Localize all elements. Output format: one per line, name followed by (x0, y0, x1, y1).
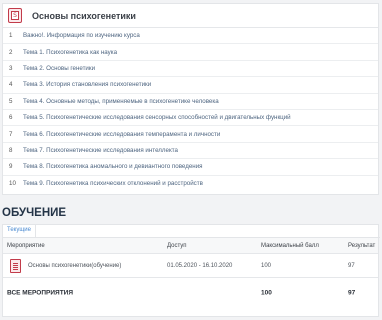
topic-item[interactable]: 2 Тема 1. Психогенетика как наука (3, 44, 378, 61)
column-header-event: Мероприятие (7, 242, 45, 249)
topic-number: 2 (9, 48, 13, 56)
topic-item[interactable]: 6 Тема 5. Психогенетические исследования … (3, 110, 378, 127)
education-section-title: ОБУЧЕНИЕ (2, 207, 67, 219)
table-row[interactable]: Основы психогенетики(обучение) 01.05.202… (3, 254, 378, 278)
total-label: ВСЕ МЕРОПРИЯТИЯ (7, 289, 74, 297)
topic-link[interactable]: Тема 5. Психогенетические исследования с… (23, 114, 291, 121)
course-title[interactable]: Основы психогенетики (32, 11, 136, 21)
events-card: Текущие Мероприятие Доступ Максимальный … (2, 224, 380, 317)
column-header-access: Доступ (167, 242, 187, 249)
topic-item[interactable]: 10 Тема 9. Психогенетика психических откл… (3, 176, 378, 192)
topic-link[interactable]: Тема 9. Психогенетика психических отклон… (23, 180, 203, 187)
topic-link[interactable]: Тема 3. История становления психогенетик… (23, 81, 151, 88)
course-card: S Основы психогенетики 1 Важно!. Информац… (2, 3, 379, 195)
topic-list: 1 Важно!. Информация по изучению курса 2 Т… (3, 28, 378, 192)
topic-number: 8 (9, 146, 13, 154)
event-max-score: 100 (261, 262, 272, 269)
topic-link[interactable]: Тема 6. Психогенетические исследования т… (23, 131, 220, 138)
tab-current[interactable]: Текущие (3, 225, 36, 237)
event-result: 97 (348, 262, 355, 269)
test-document-icon (10, 258, 21, 273)
topic-number: 10 (9, 180, 16, 188)
topic-item[interactable]: 1 Важно!. Информация по изучению курса (3, 28, 378, 45)
topic-link[interactable]: Тема 7. Психогенетические исследования и… (23, 147, 178, 154)
event-access-dates: 01.05.2020 - 16.10.2020 (167, 262, 233, 269)
topic-number: 3 (9, 64, 13, 72)
topic-item[interactable]: 7 Тема 6. Психогенетические исследования … (3, 126, 378, 143)
topic-number: 4 (9, 81, 13, 89)
event-name-link[interactable]: Основы психогенетики(обучение) (28, 263, 121, 269)
topic-number: 7 (9, 130, 13, 138)
topic-item[interactable]: 8 Тема 7. Психогенетические исследования … (3, 143, 378, 160)
topic-number: 5 (9, 97, 13, 105)
topic-number: 9 (9, 163, 13, 171)
total-max-score: 100 (261, 289, 272, 297)
course-header[interactable]: S Основы психогенетики (3, 4, 378, 28)
column-header-result: Результат (348, 242, 376, 249)
column-header-max-score: Максимальный балл (261, 242, 319, 249)
topic-item[interactable]: 3 Тема 2. Основы генетики (3, 61, 378, 78)
document-icon: S (8, 8, 22, 23)
table-total-row: ВСЕ МЕРОПРИЯТИЯ 100 97 (3, 280, 378, 306)
topic-item[interactable]: 9 Тема 8. Психогенетика аномального и дев… (3, 159, 378, 176)
topic-number: 1 (9, 32, 13, 40)
topic-link[interactable]: Тема 1. Психогенетика как наука (23, 49, 117, 56)
topic-item[interactable]: 4 Тема 3. История становления психогенети… (3, 77, 378, 94)
topic-link[interactable]: Тема 8. Психогенетика аномального и деви… (23, 163, 203, 170)
total-result: 97 (348, 289, 356, 297)
table-header: Мероприятие Доступ Максимальный балл Рез… (3, 238, 378, 254)
topic-link[interactable]: Тема 2. Основы генетики (23, 65, 95, 72)
topic-number: 6 (9, 114, 13, 122)
topic-link[interactable]: Тема 4. Основные методы, применяемые в п… (23, 98, 219, 105)
topic-link[interactable]: Важно!. Информация по изучению курса (23, 32, 140, 39)
topic-item[interactable]: 5 Тема 4. Основные методы, применяемые в … (3, 94, 378, 110)
